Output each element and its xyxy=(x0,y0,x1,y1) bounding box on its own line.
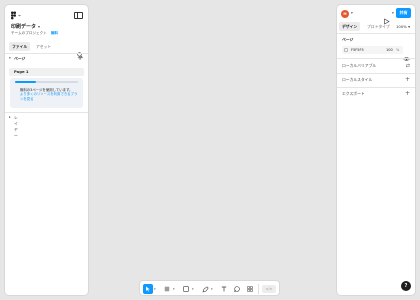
move-tool-button[interactable] xyxy=(143,284,153,294)
divider xyxy=(337,87,415,88)
chevron-down-icon[interactable]: ▾ xyxy=(392,11,394,15)
page-color-row: F5F5F5 100 % xyxy=(342,46,410,61)
opacity-value[interactable]: 100 xyxy=(386,46,393,54)
pen-tool-button[interactable] xyxy=(200,284,210,294)
right-sidebar: M ▾ ▾ 共有 デザイン プロトタイプ 100% ▾ ページ F5F5F5 1… xyxy=(336,4,416,296)
local-variables-row[interactable]: ローカルバリアブル ⇄ xyxy=(342,62,410,70)
zoom-level-dropdown[interactable]: 100% ▾ xyxy=(396,22,410,31)
divider xyxy=(337,58,415,59)
pages-label: ページ xyxy=(14,56,26,61)
bottom-toolbar: ▾ ▾ ▾ ▾ </> xyxy=(139,280,280,296)
rectangle-icon xyxy=(183,286,189,292)
left-sidebar-top xyxy=(10,11,83,21)
help-button[interactable]: ? xyxy=(401,281,411,291)
chevron-right-icon[interactable]: ▸ xyxy=(9,115,11,119)
frame-icon xyxy=(164,286,170,292)
page-usage-progress xyxy=(15,81,78,83)
color-hex-value[interactable]: F5F5F5 xyxy=(351,46,364,54)
chevron-down-icon[interactable]: ▾ xyxy=(154,285,156,293)
avatar[interactable]: M xyxy=(341,10,349,18)
file-title-text: 印刷データ xyxy=(11,24,37,30)
chevron-down-icon: ▾ xyxy=(38,24,41,29)
plan-badge[interactable]: 無料 xyxy=(51,31,58,35)
left-tabs: ファイル アセット xyxy=(9,42,84,58)
local-variables-label: ローカルバリアブル xyxy=(342,63,377,68)
actions-tool-button[interactable] xyxy=(245,284,255,294)
cursor-icon xyxy=(146,286,150,292)
present-play-icon[interactable] xyxy=(383,10,390,25)
eye-icon[interactable] xyxy=(403,47,410,61)
file-title[interactable]: 印刷データ ▾ xyxy=(11,23,40,30)
divider xyxy=(337,73,415,74)
toolbar-divider xyxy=(258,284,259,294)
export-label: エクスポート xyxy=(342,91,365,96)
tab-prototype[interactable]: プロトタイプ xyxy=(364,22,393,31)
variables-settings-icon[interactable]: ⇄ xyxy=(406,62,410,70)
page-limit-notice: 無料の3ページを使用しています。 より多くのリソースを利用できるプランを見る xyxy=(10,78,83,108)
sidebar-toggle-icon[interactable] xyxy=(74,12,83,19)
tab-file[interactable]: ファイル xyxy=(9,42,31,51)
page-usage-progress-fill xyxy=(15,81,36,83)
pen-icon xyxy=(202,285,209,292)
opacity-unit: % xyxy=(396,48,400,52)
upgrade-link[interactable]: より多くのリソースを利用できるプランを見る xyxy=(20,92,79,102)
add-style-icon[interactable]: + xyxy=(405,76,410,84)
page-background-color-field[interactable]: F5F5F5 100 % xyxy=(342,46,403,54)
divider xyxy=(5,53,88,54)
team-name[interactable]: チームのプロジェクト xyxy=(11,31,47,35)
comment-tool-button[interactable] xyxy=(232,284,242,294)
right-tabs: デザイン プロトタイプ 100% ▾ xyxy=(339,22,413,31)
chevron-down-icon[interactable]: ▾ xyxy=(173,285,175,293)
layers-label: レイヤー xyxy=(14,115,18,138)
figma-logo-icon[interactable] xyxy=(10,11,22,21)
frame-tool-button[interactable] xyxy=(162,284,172,294)
actions-grid-icon xyxy=(247,286,253,292)
export-row[interactable]: エクスポート + xyxy=(342,90,410,98)
shape-tool-button[interactable] xyxy=(181,284,191,294)
share-button[interactable]: 共有 xyxy=(396,8,411,18)
dev-mode-toggle[interactable]: </> xyxy=(262,285,276,293)
chevron-down-icon[interactable]: ▾ xyxy=(192,285,194,293)
chevron-down-icon[interactable]: ▾ xyxy=(211,285,213,293)
local-styles-row[interactable]: ローカルスタイル + xyxy=(342,76,410,84)
search-icon[interactable] xyxy=(77,43,83,58)
local-styles-label: ローカルスタイル xyxy=(342,77,373,82)
zoom-level-value: 100% xyxy=(396,24,407,29)
page-item[interactable]: Page 1 xyxy=(9,68,84,76)
pages-header[interactable]: ▾ ページ + xyxy=(9,54,84,63)
add-export-icon[interactable]: + xyxy=(405,90,410,98)
team-info: チームのプロジェクト 無料 xyxy=(11,31,58,36)
add-page-icon[interactable]: + xyxy=(77,54,83,62)
divider xyxy=(337,33,415,34)
tab-design[interactable]: デザイン xyxy=(339,22,361,31)
text-tool-button[interactable] xyxy=(219,284,229,294)
chevron-down-icon[interactable]: ▾ xyxy=(9,56,11,60)
text-icon xyxy=(221,286,227,292)
tab-assets[interactable]: アセット xyxy=(33,42,54,51)
page-section-label: ページ xyxy=(342,37,354,42)
divider xyxy=(5,112,88,113)
chevron-down-icon[interactable]: ▾ xyxy=(351,11,353,15)
comment-icon xyxy=(234,286,240,292)
left-sidebar: 印刷データ ▾ チームのプロジェクト 無料 ファイル アセット ▾ ページ + Pa… xyxy=(4,4,89,296)
color-swatch[interactable] xyxy=(344,48,348,52)
